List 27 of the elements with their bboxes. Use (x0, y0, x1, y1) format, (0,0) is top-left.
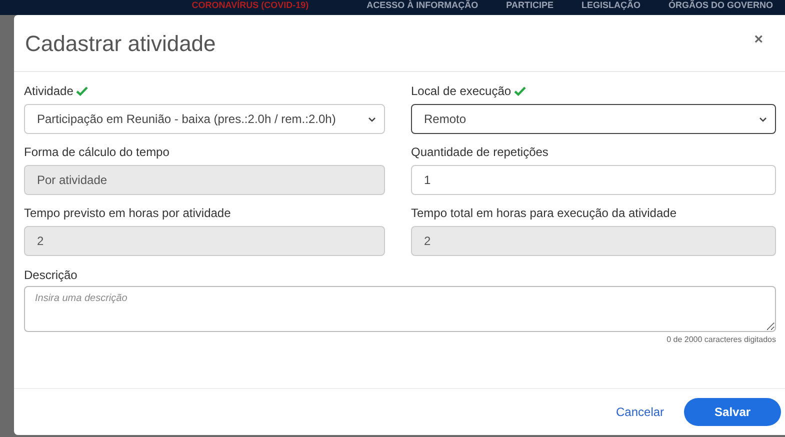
nav-link[interactable]: PARTICIPE (506, 0, 554, 11)
dialog-title: Cadastrar atividade (25, 31, 216, 57)
text-area[interactable]: Insira uma descrição (24, 286, 776, 332)
dropdown[interactable]: Participação em Reunião - baixa (pres.:2.0h / rem.:2.0h) (24, 104, 385, 134)
check-icon (514, 86, 526, 96)
close-button[interactable]: × (754, 31, 763, 48)
input-field: 2 (24, 226, 385, 256)
check-icon (76, 86, 88, 96)
save-button[interactable]: Salvar (684, 398, 782, 426)
field-label: Tempo previsto em horas por atividade (24, 206, 231, 220)
input-field[interactable]: 1 (411, 165, 776, 195)
caret-icon (759, 116, 767, 122)
nav-link[interactable]: ÓRGÃOS DO GOVERNO (668, 0, 773, 11)
cancel-link[interactable]: Cancelar (614, 401, 666, 423)
caret-icon (368, 116, 376, 122)
field-label: Atividade (24, 84, 74, 98)
character-counter: 0 de 2000 caracteres digitados (666, 335, 776, 344)
dropdown[interactable]: Remoto (411, 104, 776, 134)
input-field: 2 (411, 226, 776, 256)
field-label: Quantidade de repetições (411, 145, 548, 159)
nav-link[interactable]: LEGISLAÇÃO (581, 0, 640, 11)
field-label: Descrição (24, 268, 78, 282)
field-label: Tempo total em horas para execução da atividade (411, 206, 676, 220)
input-field: Por atividade (24, 165, 385, 195)
field-label: Local de execução (411, 84, 512, 98)
field-label: Forma de cálculo do tempo (24, 145, 170, 159)
nav-link[interactable]: ACESSO À INFORMAÇÃO (366, 0, 478, 11)
